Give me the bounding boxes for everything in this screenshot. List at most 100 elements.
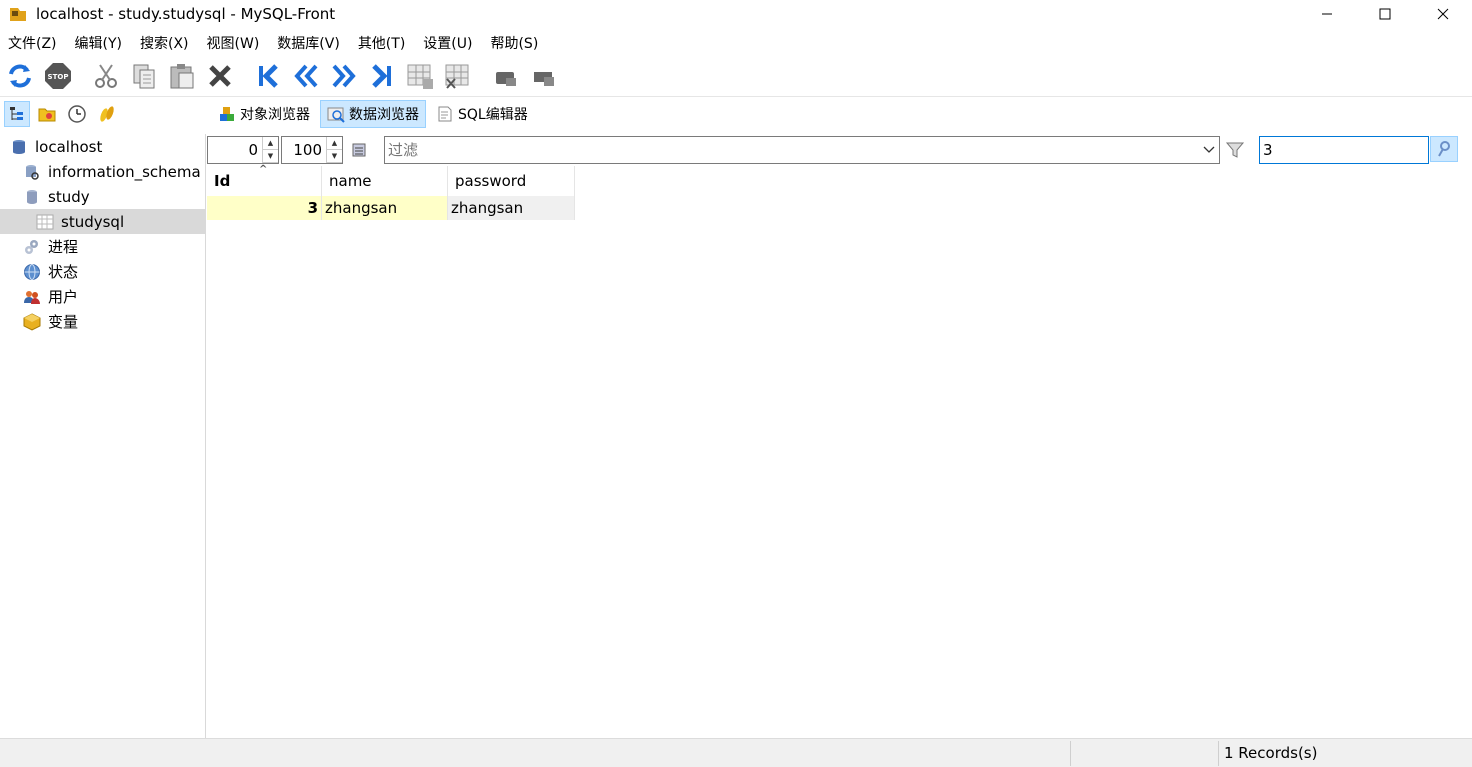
menu-edit[interactable]: 编辑(Y): [71, 32, 126, 56]
tab-data-browser[interactable]: 数据浏览器: [320, 100, 426, 128]
cell-name[interactable]: zhangsan: [322, 196, 448, 220]
tree-item-label: 变量: [48, 313, 79, 331]
maximize-button[interactable]: [1356, 0, 1414, 28]
limit-value: 100: [293, 141, 322, 159]
last-record-button[interactable]: [366, 60, 398, 92]
minimize-button[interactable]: [1298, 0, 1356, 28]
users-icon: [23, 288, 41, 306]
offset-stepper-arrows[interactable]: ▲ ▼: [262, 137, 278, 163]
column-header-name[interactable]: name: [322, 166, 448, 196]
search-key-icon: [1438, 141, 1450, 157]
post-check-icon: [496, 72, 516, 86]
paste-button[interactable]: [166, 60, 198, 92]
cancel-edit-button[interactable]: [528, 60, 560, 92]
menu-view[interactable]: 视图(W): [203, 32, 264, 56]
column-header-password[interactable]: password: [448, 166, 575, 196]
menu-search[interactable]: 搜索(X): [136, 32, 193, 56]
refresh-button[interactable]: [4, 60, 36, 92]
offset-value: 0: [248, 141, 258, 159]
limit-stepper[interactable]: 100 ▲ ▼: [281, 136, 343, 164]
tree-view-toggle[interactable]: [4, 101, 30, 127]
system-database-icon: [23, 163, 41, 181]
menu-file[interactable]: 文件(Z): [4, 32, 61, 56]
table-icon: [36, 213, 54, 231]
copy-button[interactable]: [128, 60, 160, 92]
tree-item-study[interactable]: study: [0, 184, 205, 209]
table-row[interactable]: 3 zhangsan zhangsan: [207, 196, 575, 220]
status-bar: 1 Records(s): [0, 738, 1472, 767]
chevron-down-icon[interactable]: ▼: [263, 150, 278, 163]
post-button[interactable]: [490, 60, 522, 92]
cut-button[interactable]: [90, 60, 122, 92]
tree-item-processes[interactable]: 进程: [0, 234, 205, 259]
tree-item-users[interactable]: 用户: [0, 284, 205, 309]
close-button[interactable]: [1414, 0, 1472, 28]
quick-search-button[interactable]: [1430, 136, 1458, 162]
apply-limit-icon: [352, 143, 366, 157]
limit-stepper-arrows[interactable]: ▲ ▼: [326, 137, 342, 163]
column-header-id[interactable]: Id ^: [207, 164, 322, 196]
delete-x-icon: [209, 65, 231, 87]
window-controls: [1298, 0, 1472, 28]
grid-header: Id ^ name password: [207, 164, 575, 196]
status-divider: [1070, 741, 1071, 766]
column-header-label: password: [455, 172, 527, 190]
title-bar: localhost - study.studysql - MySQL-Front: [0, 0, 1472, 28]
mysql-front-app-icon: [8, 4, 28, 24]
tree-item-information-schema[interactable]: information_schema: [0, 159, 205, 184]
insert-row-button[interactable]: [404, 60, 436, 92]
delete-button[interactable]: [204, 60, 236, 92]
filter-input[interactable]: [385, 141, 1199, 159]
history-toggle[interactable]: [64, 101, 90, 127]
chevron-up-icon[interactable]: ▲: [327, 137, 342, 150]
record-count: 1 Records(s): [1224, 744, 1318, 762]
chevron-up-icon[interactable]: ▲: [263, 137, 278, 150]
favorites-toggle[interactable]: [34, 101, 60, 127]
quick-search-input[interactable]: [1260, 141, 1428, 159]
apply-filter-button[interactable]: [1223, 138, 1247, 162]
first-record-icon: [259, 64, 278, 88]
delete-row-button[interactable]: [442, 60, 474, 92]
menu-help[interactable]: 帮助(S): [486, 32, 542, 56]
chevron-down-icon[interactable]: ▼: [327, 150, 342, 163]
tab-object-browser[interactable]: 对象浏览器: [212, 100, 316, 128]
view-tab-row: 对象浏览器 数据浏览器 SQL编辑器: [0, 96, 1472, 132]
view-toggles: [4, 101, 124, 127]
first-record-button[interactable]: [252, 60, 284, 92]
offset-stepper[interactable]: 0 ▲ ▼: [207, 136, 279, 164]
cell-id[interactable]: 3: [207, 196, 322, 220]
menu-settings[interactable]: 设置(U): [419, 32, 476, 56]
insert-row-icon: [407, 64, 433, 89]
funnel-filter-icon: [1225, 142, 1245, 158]
status-divider: [1218, 741, 1219, 766]
quick-search-box[interactable]: [1259, 136, 1429, 164]
previous-record-button[interactable]: [290, 60, 322, 92]
menu-database[interactable]: 数据库(V): [273, 32, 344, 56]
sql-history-toggle[interactable]: [94, 101, 120, 127]
apply-limit-button[interactable]: [348, 139, 370, 161]
double-chevron-right-icon: [332, 64, 356, 88]
database-icon: [23, 188, 41, 206]
refresh-icon: [9, 64, 31, 88]
last-record-icon: [372, 64, 391, 88]
paste-icon: [170, 64, 194, 89]
tree-item-studysql[interactable]: studysql: [0, 209, 205, 234]
tab-sql-editor[interactable]: SQL编辑器: [430, 100, 534, 128]
main-toolbar: STOP: [0, 58, 1472, 94]
tree-item-localhost[interactable]: localhost: [0, 134, 205, 159]
object-browser-icon: [218, 105, 236, 123]
clock-icon: [68, 105, 86, 123]
next-record-button[interactable]: [328, 60, 360, 92]
tree-item-status[interactable]: 状态: [0, 259, 205, 284]
tree-item-label: 进程: [48, 238, 79, 256]
stop-button[interactable]: STOP: [42, 60, 74, 92]
tree-item-label: studysql: [61, 212, 125, 231]
menu-other[interactable]: 其他(T): [354, 32, 409, 56]
chevron-down-icon[interactable]: [1199, 146, 1219, 154]
filter-combobox[interactable]: [384, 136, 1220, 164]
tree-item-variables[interactable]: 变量: [0, 309, 205, 334]
tree-view-icon: [10, 107, 23, 120]
cell-password[interactable]: zhangsan: [448, 196, 575, 220]
tree-item-label: study: [48, 187, 90, 206]
window-title: localhost - study.studysql - MySQL-Front: [36, 5, 336, 23]
